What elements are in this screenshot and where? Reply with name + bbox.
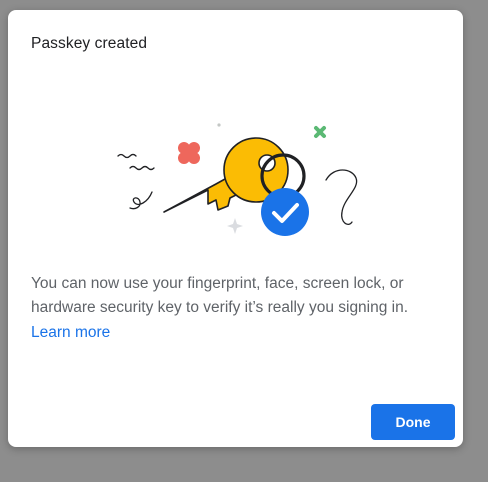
squiggle-icon (117, 153, 155, 210)
passkey-illustration (117, 123, 358, 236)
checkmark-badge-icon (261, 188, 309, 236)
learn-more-link[interactable]: Learn more (31, 324, 110, 342)
dialog-message: You can now use your fingerprint, face, … (31, 275, 409, 316)
passkey-created-dialog: Passkey created You can now use your fin… (8, 10, 463, 447)
done-button[interactable]: Done (371, 404, 455, 440)
dot-icon (217, 123, 221, 127)
squiggle-icon (325, 169, 358, 226)
sparkle-icon (227, 218, 243, 234)
dialog-title: Passkey created (31, 35, 148, 52)
cross-icon (314, 126, 326, 138)
flower-icon (178, 142, 200, 164)
